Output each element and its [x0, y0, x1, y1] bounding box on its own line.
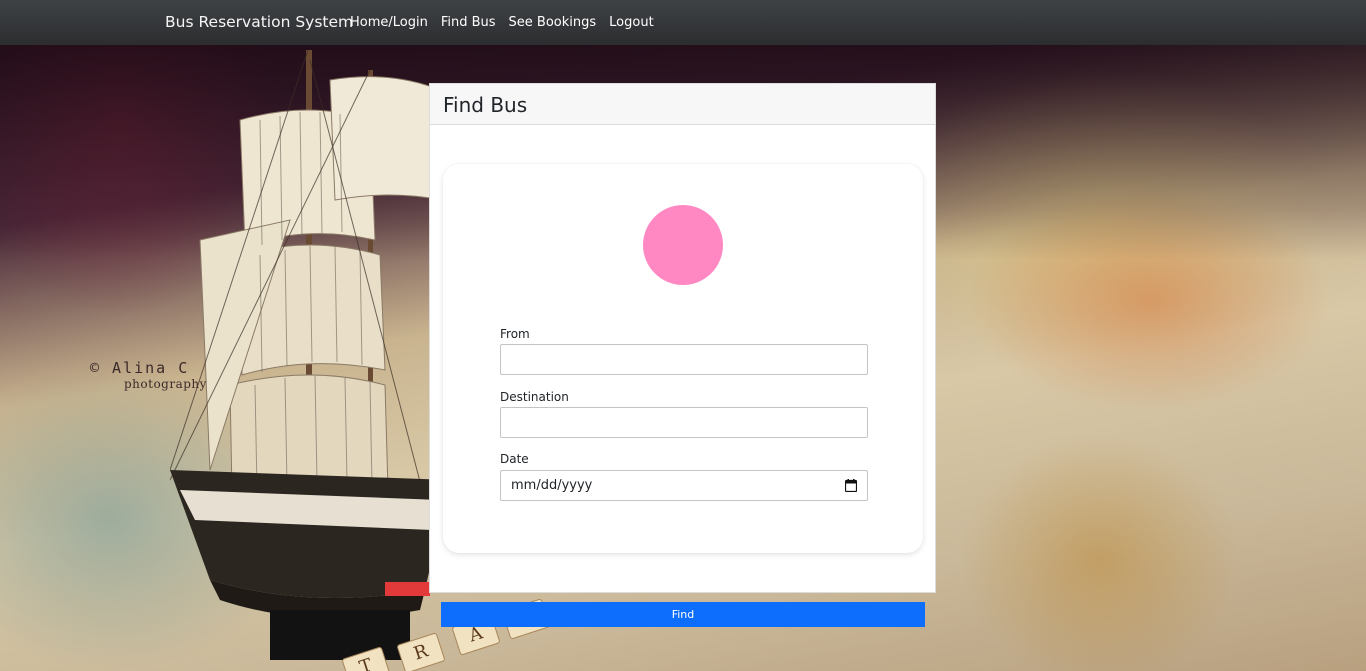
- from-input[interactable]: [500, 344, 868, 375]
- find-bus-panel: Find Bus From Destination Date mm/dd/yyy…: [429, 83, 936, 593]
- panel-header: Find Bus: [430, 84, 935, 125]
- photo-watermark: © Alina C photography: [90, 360, 207, 392]
- nav-links: Home/Login Find Bus See Bookings Logout: [350, 15, 654, 30]
- destination-label: Destination: [500, 390, 569, 404]
- top-navbar: Bus Reservation System Home/Login Find B…: [0, 0, 1366, 45]
- date-label: Date: [500, 452, 529, 466]
- from-label: From: [500, 327, 530, 341]
- nav-link-see-bookings[interactable]: See Bookings: [509, 15, 597, 30]
- date-placeholder: mm/dd/yyyy: [511, 478, 593, 493]
- watermark-subtitle: photography: [124, 377, 207, 391]
- destination-input[interactable]: [500, 407, 868, 438]
- page-title: Find Bus: [443, 93, 528, 117]
- brand-link[interactable]: Bus Reservation System: [165, 13, 353, 31]
- watermark-author: © Alina C: [90, 359, 190, 377]
- nav-link-find-bus[interactable]: Find Bus: [441, 15, 496, 30]
- nav-link-home-login[interactable]: Home/Login: [350, 15, 428, 30]
- ship-model-illustration: [170, 50, 450, 660]
- calendar-icon[interactable]: [845, 479, 857, 492]
- nav-link-logout[interactable]: Logout: [609, 15, 654, 30]
- date-input[interactable]: mm/dd/yyyy: [500, 470, 868, 501]
- find-button[interactable]: Find: [441, 602, 925, 627]
- avatar: [643, 205, 723, 285]
- search-form-card: From Destination Date mm/dd/yyyy: [443, 164, 923, 553]
